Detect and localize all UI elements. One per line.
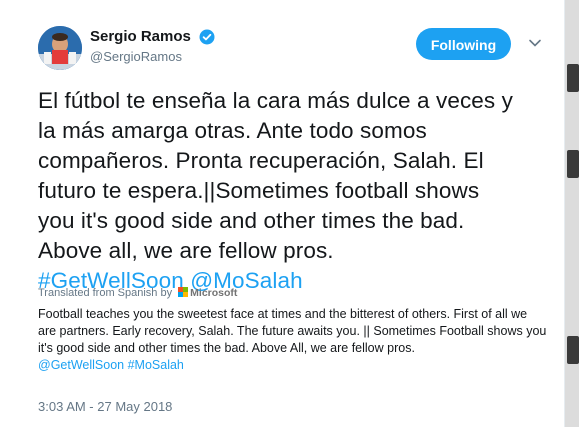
verified-badge-icon bbox=[199, 29, 215, 45]
translation-attribution: Translated from Spanish by Microsoft bbox=[38, 287, 237, 299]
user-handle[interactable]: @SergioRamos bbox=[90, 49, 215, 64]
tweet-timestamp[interactable]: 3:03 AM - 27 May 2018 bbox=[38, 399, 172, 414]
avatar[interactable] bbox=[38, 26, 82, 70]
tweet-text: El fútbol te enseña la cara más dulce a … bbox=[38, 86, 558, 296]
translated-text-line: are partners. Early recovery, Salah. The… bbox=[38, 324, 547, 338]
translated-mention-link[interactable]: @GetWellSoon bbox=[38, 358, 124, 372]
translation-label: Translated from Spanish by bbox=[38, 287, 173, 299]
translation-provider[interactable]: Microsoft bbox=[190, 287, 237, 299]
page-scroll-edge bbox=[565, 0, 579, 427]
tweet-text-line: futuro te espera.||Sometimes football sh… bbox=[38, 178, 480, 203]
translated-text-line: it's good side and other times the bad. … bbox=[38, 341, 415, 355]
background-element bbox=[567, 64, 579, 92]
tweet-card: Sergio Ramos @SergioRamos Following El f… bbox=[0, 0, 565, 427]
tweet-text-line: Above all, we are fellow pros. bbox=[38, 238, 334, 263]
display-name[interactable]: Sergio Ramos bbox=[90, 28, 191, 45]
tweet-text-line: El fútbol te enseña la cara más dulce a … bbox=[38, 88, 513, 113]
background-element bbox=[567, 336, 579, 364]
avatar-image bbox=[38, 26, 82, 70]
tweet-text-line: you it's good side and other times the b… bbox=[38, 208, 465, 233]
user-names: Sergio Ramos @SergioRamos bbox=[90, 28, 215, 64]
tweet-text-line: compañeros. Pronta recuperación, Salah. … bbox=[38, 148, 484, 173]
translated-tags-line: @GetWellSoon #MoSalah bbox=[38, 357, 563, 374]
tweet-header: Sergio Ramos @SergioRamos Following bbox=[38, 26, 544, 76]
tweet-text-line: la más amarga otras. Ante todo somos bbox=[38, 118, 427, 143]
background-element bbox=[567, 150, 579, 178]
microsoft-logo-icon bbox=[178, 287, 188, 297]
chevron-down-icon[interactable] bbox=[528, 36, 542, 50]
following-button[interactable]: Following bbox=[416, 28, 511, 60]
translated-text: Football teaches you the sweetest face a… bbox=[38, 306, 563, 374]
translated-hashtag-link[interactable]: #MoSalah bbox=[128, 358, 184, 372]
translated-text-line: Football teaches you the sweetest face a… bbox=[38, 307, 528, 321]
